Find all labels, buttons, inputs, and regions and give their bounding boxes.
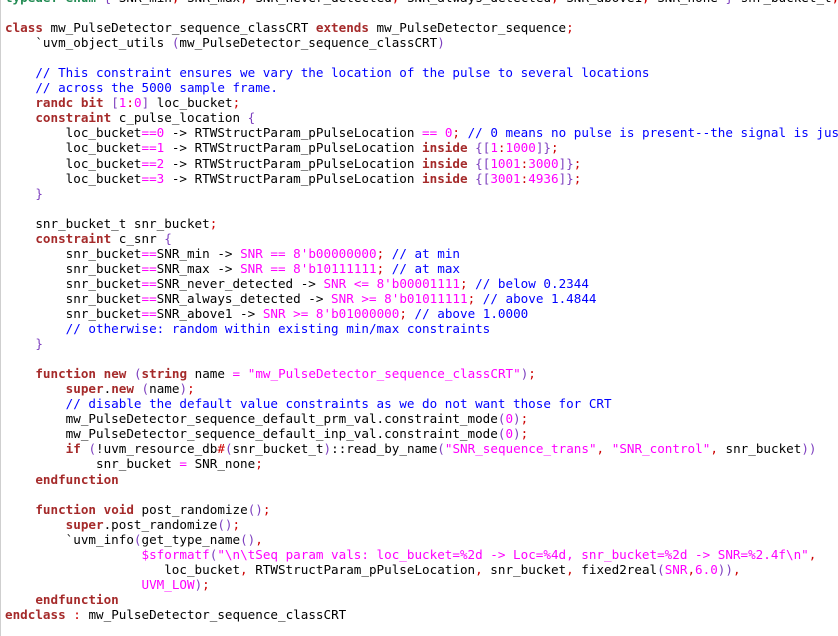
code-line: loc_bucket==3 -> RTWStructParam_pPulseLo… (5, 170, 582, 186)
code-line: function new (string name = "mw_PulseDet… (35, 366, 536, 382)
code-viewer[interactable]: typedef enum { SNR_min, SNR_max, SNR_nev… (0, 0, 838, 636)
code-line: snr_bucket = SNR_none; (5, 456, 263, 472)
code-line: mw_PulseDetector_sequence_default_inp_va… (5, 426, 529, 442)
code-line: snr_bucket==SNR_never_detected -> SNR <=… (5, 275, 589, 291)
code-line: snr_bucket==SNR_min -> SNR == 8'b0000000… (5, 245, 461, 261)
code-line: UVM_LOW); (141, 576, 210, 592)
code-line: mw_PulseDetector_sequence_default_prm_va… (5, 411, 529, 427)
code-line: } (35, 185, 43, 201)
code-line: endclass : mw_PulseDetector_sequence_cla… (5, 606, 347, 622)
code-line: class mw_PulseDetector_sequence_classCRT… (5, 20, 574, 36)
code-line: snr_bucket==SNR_max -> SNR == 8'b1011111… (5, 260, 461, 276)
code-line: // disable the default value constraints… (65, 396, 612, 412)
code-line: super.new (name); (65, 381, 195, 397)
code-line: } (35, 336, 43, 352)
code-line: randc bit [1:0] loc_bucket; (35, 95, 241, 111)
code-line: constraint c_snr { (35, 230, 172, 246)
code-line: function void post_randomize(); (35, 501, 271, 517)
code-line: loc_bucket, RTWStructParam_pPulseLocatio… (5, 561, 741, 577)
code-line: snr_bucket_t snr_bucket; (5, 215, 218, 231)
code-line: `uvm_info(get_type_name(), (5, 531, 263, 547)
code-line: snr_bucket==SNR_above1 -> SNR >= 8'b0100… (5, 305, 529, 321)
code-line: if (!uvm_resource_db#(snr_bucket_t)::rea… (65, 441, 817, 457)
code-line: loc_bucket==1 -> RTWStructParam_pPulseLo… (5, 140, 559, 156)
code-line: typedef enum { SNR_min, SNR_max, SNR_nev… (5, 0, 838, 5)
code-line: endfunction (35, 591, 119, 607)
code-line: endfunction (35, 471, 119, 487)
code-line: // This constraint ensures we vary the l… (35, 65, 650, 81)
code-line: `uvm_object_utils (mw_PulseDetector_sequ… (5, 35, 445, 51)
code-line: loc_bucket==2 -> RTWStructParam_pPulseLo… (5, 155, 582, 171)
code-line: constraint c_pulse_location { (35, 110, 256, 126)
code-line: super.post_randomize(); (65, 516, 241, 532)
code-line: $sformatf("\n\tSeq param vals: loc_bucke… (141, 546, 817, 562)
code-line: // across the 5000 sample frame. (35, 80, 278, 96)
code-line: loc_bucket==0 -> RTWStructParam_pPulseLo… (5, 125, 838, 141)
code-line: snr_bucket==SNR_always_detected -> SNR >… (5, 290, 597, 306)
code-listing[interactable]: typedef enum { SNR_min, SNR_max, SNR_nev… (1, 0, 838, 622)
code-line: // otherwise: random within existing min… (65, 321, 491, 337)
